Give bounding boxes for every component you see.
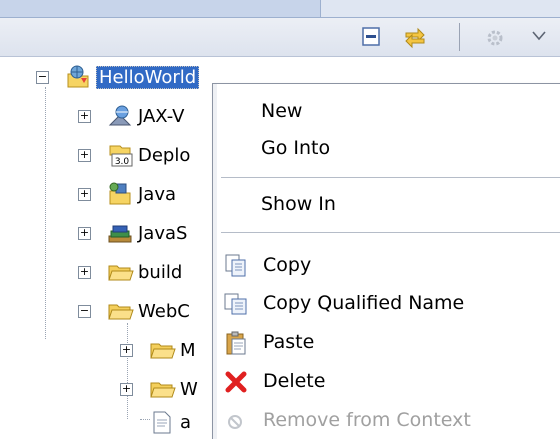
toolbar-separator (459, 23, 460, 51)
collapse-toggle[interactable]: − (78, 305, 91, 318)
menu-item-label: Copy Qualified Name (263, 292, 465, 314)
expand-toggle[interactable]: + (120, 383, 133, 396)
copy-qualified-name-icon (223, 291, 249, 317)
expand-toggle[interactable]: + (120, 344, 133, 357)
tree-item-label: build (138, 261, 183, 283)
deployment-descriptor-icon: 3.0 (106, 142, 134, 168)
tree-item-label: WebC (138, 300, 190, 322)
menu-item-show-in[interactable]: Show In (213, 185, 560, 223)
expand-toggle[interactable]: + (78, 227, 91, 240)
paste-icon (223, 330, 249, 356)
menu-separator (221, 177, 560, 178)
menu-item-label: Delete (263, 370, 326, 392)
collapse-toggle[interactable]: − (36, 71, 49, 84)
view-menu-button[interactable] (528, 24, 550, 50)
folder-icon (148, 376, 176, 402)
menu-item-remove-from-context: Remove from Context (213, 401, 560, 439)
tree-item-label: Java (138, 183, 177, 205)
tree-item[interactable]: + M (120, 335, 196, 365)
tree-item-label: a (180, 411, 192, 433)
jax-ws-icon (106, 103, 134, 129)
copy-icon (223, 253, 249, 279)
java-resources-icon (106, 181, 134, 207)
menu-item-label: Go Into (261, 137, 331, 159)
link-with-editor-icon (405, 27, 425, 49)
tree-item[interactable]: + JAX-V (78, 101, 185, 131)
folder-icon (106, 298, 134, 324)
tree-item[interactable]: + 3.0 Deplo (78, 140, 190, 170)
gear-button[interactable] (482, 24, 508, 50)
menu-item-copy-qualified-name[interactable]: Copy Qualified Name (213, 284, 560, 322)
tree-item-label: JAX-V (138, 105, 185, 127)
view-tab-strip (0, 0, 560, 18)
tree-item-label: W (180, 378, 198, 400)
file-icon (148, 409, 176, 435)
delete-icon (223, 369, 249, 395)
menu-item-label: Copy (263, 254, 312, 276)
menu-item-label: Remove from Context (263, 409, 471, 431)
tree-item[interactable]: − HelloWorld (36, 62, 200, 92)
tree-item[interactable]: a (120, 407, 191, 437)
expand-toggle[interactable]: + (78, 110, 91, 123)
menu-item-new[interactable]: New (213, 92, 560, 130)
expand-toggle[interactable]: + (78, 188, 91, 201)
web-project-icon (64, 64, 92, 90)
menu-item-copy[interactable]: Copy (213, 246, 560, 284)
link-with-editor-button[interactable] (402, 24, 428, 50)
view-toolbar (0, 18, 560, 57)
tree-item[interactable]: + build (78, 257, 182, 287)
menu-item-label: Paste (263, 331, 315, 353)
tree-item[interactable]: + JavaS (78, 218, 187, 248)
javascript-resources-icon (106, 220, 134, 246)
menu-item-delete[interactable]: Delete (213, 362, 560, 400)
menu-separator (221, 232, 560, 233)
remove-from-context-icon (223, 408, 249, 434)
menu-item-go-into[interactable]: Go Into (213, 129, 560, 167)
tree-item[interactable]: + W (120, 374, 198, 404)
expand-toggle[interactable]: + (78, 266, 91, 279)
svg-text:3.0: 3.0 (115, 157, 130, 167)
tree-item[interactable]: − WebC (78, 296, 190, 326)
tree-item[interactable]: + Java (78, 179, 176, 209)
collapse-all-button[interactable] (358, 24, 384, 50)
menu-item-paste[interactable]: Paste (213, 323, 560, 361)
folder-icon (148, 337, 176, 363)
tree-item-label: HelloWorld (96, 65, 200, 89)
tree-item-label: JavaS (138, 222, 188, 244)
expand-toggle[interactable]: + (78, 149, 91, 162)
context-menu: New Go Into Show In Copy Copy Qualified … (212, 83, 560, 439)
tree-connector (45, 87, 46, 339)
collapse-all-icon (362, 27, 380, 46)
folder-icon (106, 259, 134, 285)
view-tab[interactable] (320, 0, 560, 17)
tree-item-label: Deplo (138, 144, 191, 166)
gear-icon (487, 30, 503, 46)
menu-item-label: New (261, 100, 303, 122)
menu-item-label: Show In (261, 193, 336, 215)
tree-item-label: M (180, 339, 196, 361)
view-menu-chevron-icon (532, 31, 546, 41)
